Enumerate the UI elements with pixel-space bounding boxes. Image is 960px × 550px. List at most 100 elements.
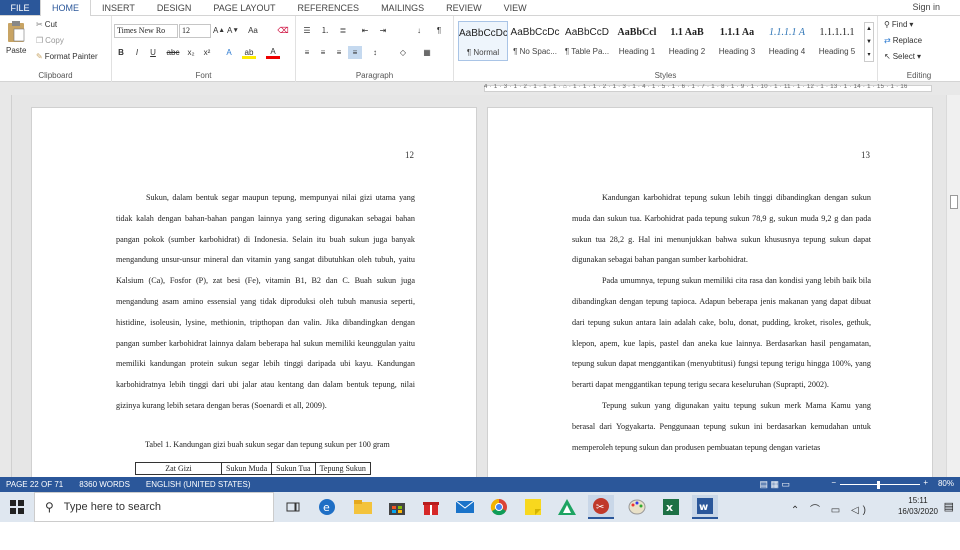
- find-button[interactable]: ⚲ Find ▾: [884, 20, 913, 29]
- replace-button[interactable]: ⇄ Replace: [884, 36, 922, 45]
- view-buttons[interactable]: ▤ ▦ ▭: [759, 479, 790, 490]
- word-icon[interactable]: w: [692, 495, 718, 519]
- underline-icon[interactable]: U: [146, 46, 160, 59]
- shading-icon[interactable]: ◇: [396, 46, 410, 59]
- grow-font-icon[interactable]: A ▲: [212, 24, 226, 37]
- text-effects-icon[interactable]: A: [222, 46, 236, 59]
- cut-button[interactable]: ✂ Cut: [36, 20, 57, 29]
- excel-icon[interactable]: x: [658, 495, 684, 519]
- font-group: Times New Ro 12 A ▲ A ▼ Aa ⌫ B I U abc x₂ …: [112, 16, 296, 82]
- tab-view[interactable]: VIEW: [493, 0, 538, 15]
- line-spacing-icon[interactable]: ↕: [368, 46, 382, 59]
- font-size-combo[interactable]: 12: [179, 24, 211, 38]
- page-12[interactable]: 12 Sukun, dalam bentuk segar maupun tepu…: [31, 107, 477, 477]
- sign-in-link[interactable]: Sign in: [912, 2, 940, 12]
- document-area[interactable]: 12 Sukun, dalam bentuk segar maupun tepu…: [0, 95, 946, 477]
- select-button[interactable]: ↖ Select ▾: [884, 52, 921, 61]
- superscript-icon[interactable]: x²: [200, 46, 214, 59]
- show-marks-icon[interactable]: ¶: [432, 24, 446, 37]
- file-tab[interactable]: FILE: [0, 0, 40, 15]
- drive-app-icon[interactable]: [554, 495, 580, 519]
- scroll-thumb[interactable]: [950, 195, 958, 209]
- font-name-combo[interactable]: Times New Ro: [114, 24, 178, 38]
- bold-icon[interactable]: B: [114, 46, 128, 59]
- taskbar-clock[interactable]: 15:11 16/03/2020: [898, 495, 938, 517]
- style-normal[interactable]: AaBbCcDc ¶ Normal: [458, 21, 508, 61]
- taskbar-search[interactable]: ⚲ Type here to search: [34, 492, 274, 522]
- italic-icon[interactable]: I: [130, 46, 144, 59]
- vertical-ruler[interactable]: [0, 95, 12, 477]
- tab-insert[interactable]: INSERT: [91, 0, 146, 15]
- body-paragraphs[interactable]: Kandungan karbohidrat tepung sukun lebih…: [572, 188, 871, 458]
- vertical-scrollbar[interactable]: [946, 95, 960, 477]
- zoom-slider[interactable]: [840, 484, 920, 485]
- increase-indent-icon[interactable]: ⇥: [376, 24, 390, 37]
- zoom-out-icon[interactable]: −: [831, 478, 836, 487]
- binoculars-icon: ⚲: [884, 20, 890, 29]
- justify-icon[interactable]: ≡: [348, 46, 362, 59]
- numbering-icon[interactable]: ⒈: [318, 24, 332, 37]
- tab-home[interactable]: HOME: [40, 0, 91, 16]
- style-table-paragraph[interactable]: AaBbCcD ¶ Table Pa...: [562, 21, 612, 61]
- tab-references[interactable]: REFERENCES: [287, 0, 371, 15]
- mail-icon[interactable]: [452, 495, 478, 519]
- copy-button[interactable]: ❐ Copy: [36, 36, 64, 45]
- notifications-icon[interactable]: ▤: [944, 500, 954, 513]
- nutrition-table[interactable]: Zat Gizi Sukun Muda Sukun Tua Tepung Suk…: [135, 462, 371, 475]
- align-center-icon[interactable]: ≡: [316, 46, 330, 59]
- file-explorer-icon[interactable]: [350, 495, 376, 519]
- style-no-spacing[interactable]: AaBbCcDc ¶ No Spac...: [510, 21, 560, 61]
- page-13[interactable]: 13 Kandungan karbohidrat tepung sukun le…: [487, 107, 933, 477]
- font-color-icon[interactable]: A: [266, 46, 280, 59]
- edge-icon[interactable]: e: [314, 495, 340, 519]
- body-paragraph[interactable]: Sukun, dalam bentuk segar maupun tepung,…: [116, 188, 415, 417]
- zoom-slider-knob[interactable]: [877, 481, 880, 489]
- gift-app-icon[interactable]: [418, 495, 444, 519]
- editing-label: Editing: [906, 71, 932, 80]
- style-heading-2[interactable]: 1.1 AaB Heading 2: [662, 21, 712, 61]
- style-heading-5[interactable]: 1.1.1.1.1 Heading 5: [812, 21, 862, 61]
- chrome-icon[interactable]: [486, 495, 512, 519]
- borders-icon[interactable]: ▦: [420, 46, 434, 59]
- format-painter-button[interactable]: ✎ Format Painter: [36, 52, 98, 61]
- horizontal-ruler[interactable]: 4 · 1 · 3 · 1 · 2 · 1 · 1 · 1 · ⌂ · 1 · …: [0, 82, 960, 95]
- start-button[interactable]: [0, 492, 34, 522]
- language-indicator[interactable]: ENGLISH (UNITED STATES): [146, 480, 251, 489]
- highlight-icon[interactable]: ab: [242, 46, 256, 59]
- snipping-tool-icon[interactable]: ✂: [588, 495, 614, 519]
- bullets-icon[interactable]: ☰: [300, 24, 314, 37]
- subscript-icon[interactable]: x₂: [184, 46, 198, 59]
- decrease-indent-icon[interactable]: ⇤: [358, 24, 372, 37]
- zoom-level[interactable]: 80%: [938, 479, 954, 488]
- store-icon[interactable]: [384, 495, 410, 519]
- zoom-in-icon[interactable]: +: [923, 478, 928, 487]
- page-count[interactable]: PAGE 22 OF 71: [6, 480, 63, 489]
- multilevel-list-icon[interactable]: ≣: [336, 24, 350, 37]
- styles-scroll[interactable]: ▲ ▼ ▾: [864, 22, 874, 62]
- paint-icon[interactable]: [624, 495, 650, 519]
- styles-group: AaBbCcDc ¶ Normal AaBbCcDc ¶ No Spac... Aa…: [454, 16, 878, 82]
- paste-button[interactable]: Paste: [6, 20, 26, 55]
- system-tray-icons[interactable]: ⌃ ⌒ ▭ ◁): [791, 501, 870, 516]
- clipboard-group: Paste ✂ Cut ❐ Copy ✎ Format Painter Clipboa…: [0, 16, 112, 82]
- clear-formatting-icon[interactable]: ⌫: [276, 24, 290, 37]
- tab-design[interactable]: DESIGN: [146, 0, 203, 15]
- strikethrough-icon[interactable]: abc: [166, 46, 180, 59]
- sticky-notes-icon[interactable]: [520, 495, 546, 519]
- tab-page-layout[interactable]: PAGE LAYOUT: [202, 0, 286, 15]
- style-heading-3[interactable]: 1.1.1 Aa Heading 3: [712, 21, 762, 61]
- word-count[interactable]: 8360 WORDS: [79, 480, 130, 489]
- scissors-icon: ✂: [36, 20, 43, 29]
- align-left-icon[interactable]: ≡: [300, 46, 314, 59]
- align-right-icon[interactable]: ≡: [332, 46, 346, 59]
- task-view-icon[interactable]: [280, 495, 306, 519]
- change-case-icon[interactable]: Aa: [246, 24, 260, 37]
- tab-review[interactable]: REVIEW: [435, 0, 493, 15]
- sort-icon[interactable]: ↓: [412, 24, 426, 37]
- style-heading-4[interactable]: 1.1.1.1 A Heading 4: [762, 21, 812, 61]
- shrink-font-icon[interactable]: A ▼: [226, 24, 240, 37]
- tab-mailings[interactable]: MAILINGS: [370, 0, 435, 15]
- cursor-icon: ↖: [884, 52, 891, 61]
- style-heading-1[interactable]: AaBbCcl Heading 1: [612, 21, 662, 61]
- status-bar: PAGE 22 OF 71 8360 WORDS ENGLISH (UNITED…: [0, 477, 960, 492]
